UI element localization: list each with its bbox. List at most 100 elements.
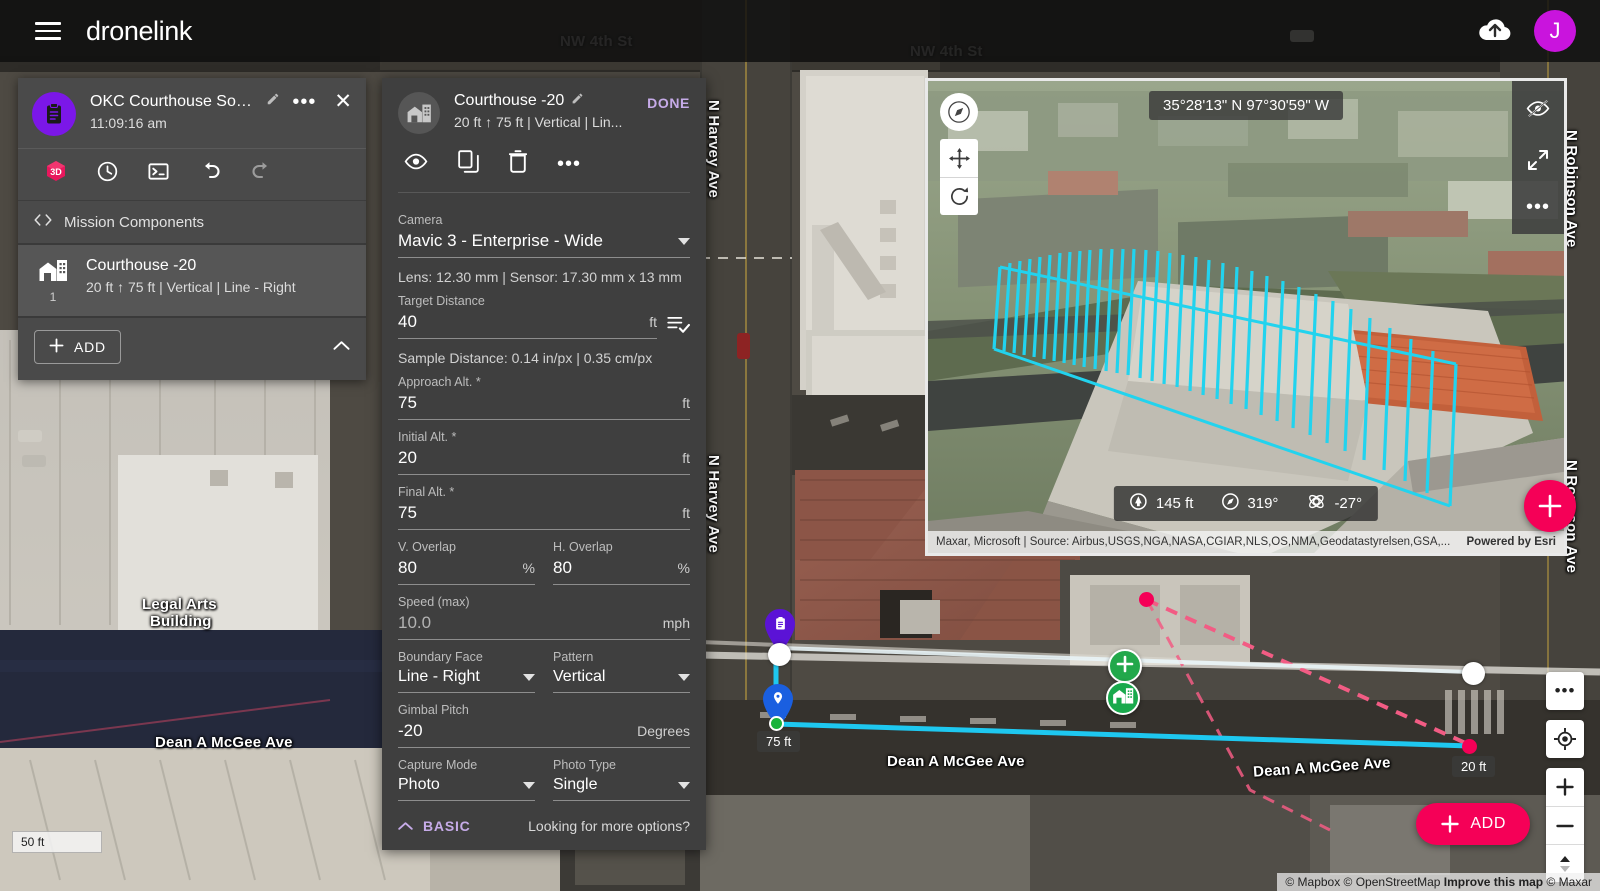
heading-compass-icon: [1221, 493, 1238, 514]
map-scale-label: 50 ft: [21, 835, 44, 849]
approach-alt-label: Approach Alt. *: [398, 375, 690, 389]
three-d-icon[interactable]: 3D: [44, 159, 68, 188]
approach-alt-field[interactable]: Approach Alt. * 75 ft: [398, 367, 690, 420]
undo-icon[interactable]: [198, 159, 222, 188]
boundary-face-value: Line - Right: [398, 668, 523, 686]
pencil-icon[interactable]: [571, 92, 584, 110]
settings-more-icon[interactable]: •••: [557, 159, 581, 169]
final-alt-field[interactable]: Final Alt. * 75 ft: [398, 477, 690, 530]
pattern-field[interactable]: Pattern Vertical: [553, 642, 690, 693]
capture-mode-field[interactable]: Capture Mode Photo: [398, 750, 535, 801]
compass-icon[interactable]: [940, 93, 978, 131]
target-distance-input[interactable]: 40: [398, 312, 649, 332]
code-brackets-icon: [34, 213, 52, 231]
user-avatar[interactable]: J: [1534, 10, 1576, 52]
zoom-out-icon[interactable]: [1546, 806, 1584, 844]
basic-toggle-button[interactable]: BASIC: [398, 818, 471, 834]
building-map-icon: [38, 270, 68, 287]
eye-off-icon[interactable]: [1526, 99, 1550, 123]
three-d-nav-controls: [940, 139, 978, 215]
chevron-down-icon[interactable]: [678, 674, 690, 681]
speed-max-label: Speed (max): [398, 595, 690, 609]
more-options-link[interactable]: Looking for more options?: [528, 818, 690, 834]
list-item[interactable]: 1 Courthouse -20 20 ft ↑ 75 ft | Vertica…: [18, 243, 366, 318]
h-overlap-input[interactable]: 80: [553, 558, 678, 578]
h-overlap-field[interactable]: H. Overlap 80 %: [553, 532, 690, 585]
camera-value: Mavic 3 - Enterprise - Wide: [398, 231, 678, 251]
trash-icon[interactable]: [509, 150, 527, 178]
expand-icon[interactable]: [1527, 149, 1549, 176]
terminal-icon[interactable]: [147, 160, 170, 188]
chevron-down-icon[interactable]: [678, 238, 690, 245]
zoom-in-icon[interactable]: [1546, 768, 1584, 806]
mission-close-icon[interactable]: ✕: [334, 95, 352, 109]
boundary-face-label: Boundary Face: [398, 650, 535, 664]
pattern-value: Vertical: [553, 668, 678, 686]
speed-max-input[interactable]: 10.0: [398, 613, 663, 633]
camera-spec: Lens: 12.30 mm | Sensor: 17.30 mm x 13 m…: [398, 260, 690, 286]
add-component-button[interactable]: ADD: [34, 330, 121, 364]
chevron-down-icon[interactable]: [523, 782, 535, 789]
map-add-fab[interactable]: [1524, 480, 1576, 532]
initial-alt-field[interactable]: Initial Alt. * 20 ft: [398, 422, 690, 475]
v-overlap-field[interactable]: V. Overlap 80 %: [398, 532, 535, 585]
copy-icon[interactable]: [458, 150, 479, 178]
altitude-icon: [1130, 493, 1147, 514]
svg-text:3D: 3D: [50, 167, 62, 177]
mission-more-icon[interactable]: •••: [292, 97, 316, 107]
v-overlap-label: V. Overlap: [398, 540, 535, 554]
clock-icon[interactable]: [96, 160, 119, 188]
coordinates-readout: 35°28'13" N 97°30'59" W: [1149, 91, 1343, 120]
chevron-up-icon[interactable]: [333, 338, 350, 356]
locate-icon[interactable]: [1546, 720, 1584, 758]
component-marker-button[interactable]: [1106, 681, 1140, 715]
flight-path-end-vertex[interactable]: [1462, 739, 1477, 754]
map-add-label: ADD: [1470, 815, 1506, 833]
boundary-face-field[interactable]: Boundary Face Line - Right: [398, 642, 535, 693]
add-component-button[interactable]: [1108, 649, 1142, 683]
location-icon: [771, 691, 785, 710]
gimbal-pitch-field[interactable]: Gimbal Pitch -20 Degrees: [398, 695, 690, 748]
app-brand: dronelink: [86, 16, 192, 47]
pencil-icon[interactable]: [266, 92, 280, 111]
component-description: 20 ft ↑ 75 ft | Vertical | Line - Right: [86, 279, 296, 295]
flight-path-end-vertex[interactable]: [1139, 592, 1154, 607]
chevron-down-icon[interactable]: [523, 674, 535, 681]
three-d-more-icon[interactable]: •••: [1526, 202, 1550, 212]
map-more-icon[interactable]: •••: [1546, 672, 1584, 710]
gimbal-pitch-input[interactable]: -20: [398, 721, 637, 741]
flight-path-vertex[interactable]: [1462, 662, 1485, 685]
mission-components-header[interactable]: Mission Components: [18, 200, 366, 243]
mission-components-label: Mission Components: [64, 214, 204, 231]
map-street-label: Building: [150, 613, 212, 630]
cloud-upload-icon[interactable]: [1478, 16, 1512, 47]
map-street-label: N Harvey Ave: [705, 100, 722, 198]
flight-path-vertex[interactable]: [768, 643, 791, 666]
photo-type-value: Single: [553, 776, 678, 794]
eye-icon[interactable]: [404, 153, 428, 175]
settings-tools: •••: [398, 134, 690, 192]
move-arrows-icon[interactable]: [940, 139, 978, 177]
map-add-button[interactable]: ADD: [1416, 803, 1530, 845]
initial-alt-input[interactable]: 20: [398, 448, 682, 468]
done-button[interactable]: DONE: [647, 92, 690, 111]
flight-path-start-vertex[interactable]: [769, 716, 784, 731]
target-distance-field[interactable]: Target Distance 40 ft: [398, 286, 690, 339]
chevron-down-icon[interactable]: [678, 782, 690, 789]
rotate-icon[interactable]: [940, 177, 978, 215]
three-d-right-tools: •••: [1512, 81, 1564, 234]
redo-icon[interactable]: [250, 159, 274, 188]
speed-max-field[interactable]: Speed (max) 10.0 mph: [398, 587, 690, 640]
hamburger-icon[interactable]: [35, 22, 61, 40]
mission-timestamp: 11:09:16 am: [90, 115, 286, 131]
improve-map-link[interactable]: Improve this map: [1444, 875, 1543, 889]
final-alt-input[interactable]: 75: [398, 503, 682, 523]
three-d-scene[interactable]: [928, 81, 1567, 556]
camera-field[interactable]: Camera Mavic 3 - Enterprise - Wide: [398, 205, 690, 258]
list-check-icon[interactable]: [667, 315, 690, 339]
map-attribution-suffix: © Maxar: [1546, 875, 1592, 889]
approach-alt-input[interactable]: 75: [398, 393, 682, 413]
basic-label: BASIC: [423, 818, 471, 834]
v-overlap-input[interactable]: 80: [398, 558, 523, 578]
photo-type-field[interactable]: Photo Type Single: [553, 750, 690, 801]
